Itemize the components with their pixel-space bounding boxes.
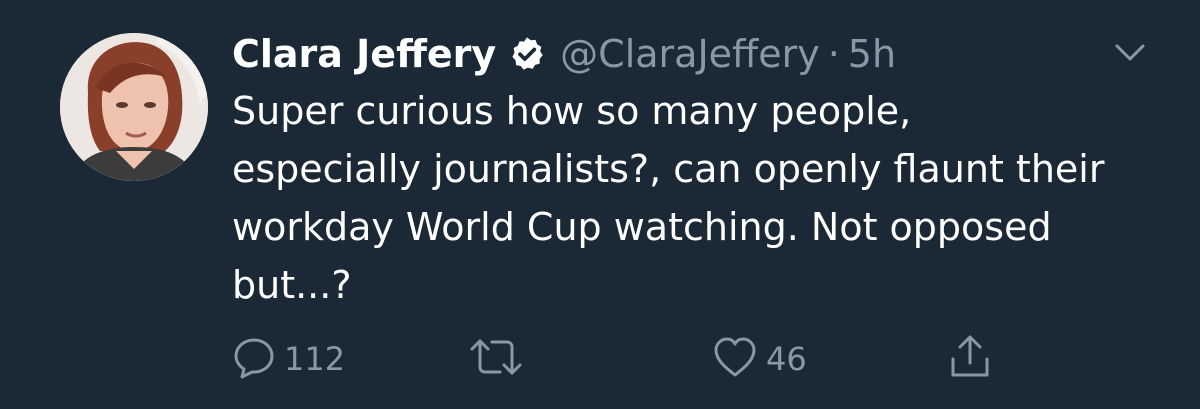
- retweet-button[interactable]: [468, 332, 532, 386]
- avatar[interactable]: [60, 33, 208, 181]
- tweet-header: Clara Jeffery @ClaraJeffery · 5h: [232, 26, 896, 82]
- reply-count: 112: [284, 340, 346, 378]
- reply-icon: [232, 335, 276, 383]
- share-icon: [948, 333, 992, 385]
- timestamp[interactable]: 5h: [848, 32, 896, 76]
- like-button[interactable]: 46: [712, 332, 807, 386]
- separator-dot: ·: [827, 32, 840, 76]
- chevron-down-icon[interactable]: [1110, 38, 1150, 68]
- tweet-text: Super curious how so many people, especi…: [232, 89, 1105, 307]
- verified-badge-icon: [508, 35, 546, 73]
- display-name[interactable]: Clara Jeffery: [232, 32, 496, 76]
- like-count: 46: [766, 340, 807, 378]
- reply-button[interactable]: 112: [232, 332, 345, 386]
- tweet-card[interactable]: Clara Jeffery @ClaraJeffery · 5h Super c…: [0, 0, 1200, 409]
- user-handle[interactable]: @ClaraJeffery: [560, 32, 820, 76]
- share-button[interactable]: [948, 332, 992, 386]
- like-icon: [712, 335, 758, 383]
- retweet-icon: [468, 335, 524, 383]
